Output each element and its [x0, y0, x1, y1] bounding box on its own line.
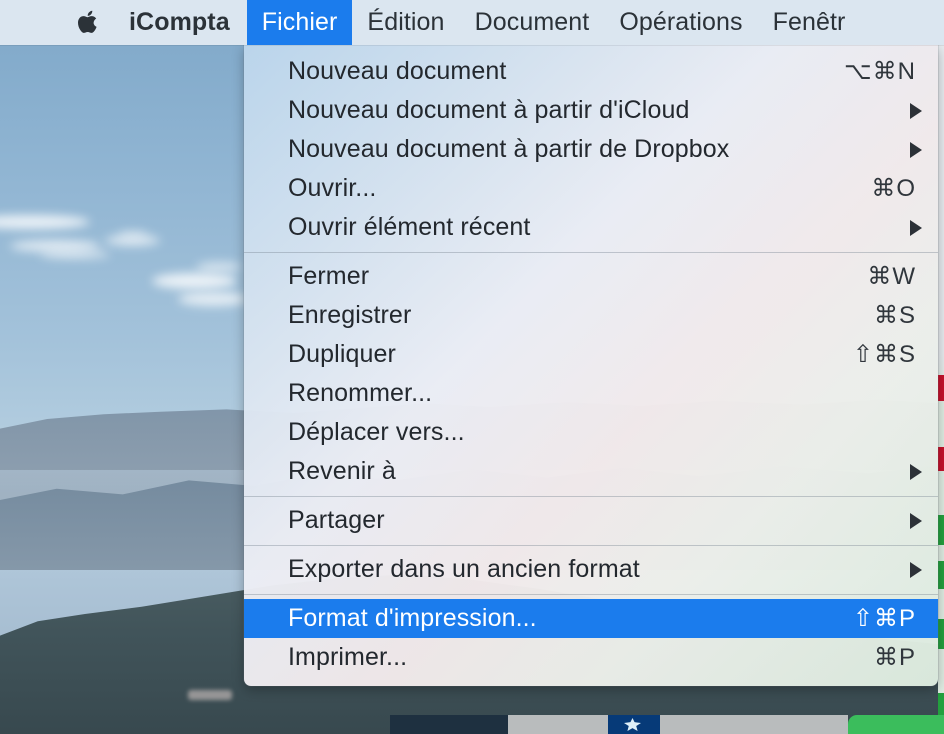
- menu-item-label: Ouvrir...: [288, 174, 377, 202]
- menubar-item-label: Fichier: [261, 8, 338, 36]
- menu-item[interactable]: Exporter dans un ancien format: [244, 550, 938, 589]
- cloud: [118, 231, 148, 238]
- dock-item[interactable]: [390, 715, 508, 734]
- menu-edition[interactable]: Édition: [352, 0, 459, 45]
- menu-item-label: Nouveau document à partir d'iCloud: [288, 96, 690, 124]
- menu-item-label: Déplacer vers...: [288, 418, 465, 446]
- menu-bar[interactable]: iCompta Fichier Édition Document Opérations F…: [0, 0, 944, 45]
- cloud: [40, 250, 110, 259]
- menubar-items[interactable]: iCompta Fichier Édition Document Opérations F…: [112, 0, 860, 45]
- submenu-arrow-icon: [900, 463, 922, 480]
- menu-item[interactable]: Ouvrir élément récent: [244, 208, 938, 247]
- menu-item-label: Partager: [288, 506, 385, 534]
- submenu-arrow-icon: [900, 102, 922, 119]
- menu-item-shortcut: ⌘O: [871, 175, 916, 202]
- menu-fenetre[interactable]: Fenêtr: [758, 0, 861, 45]
- menu-item-label: Fermer: [288, 262, 370, 290]
- submenu-arrow-icon: [900, 512, 922, 529]
- menu-item-label: Exporter dans un ancien format: [288, 555, 640, 583]
- menu-document[interactable]: Document: [460, 0, 605, 45]
- menu-item-label: Revenir à: [288, 457, 396, 485]
- apple-logo-icon[interactable]: [64, 0, 112, 45]
- menu-item[interactable]: Imprimer... ⌘P: [244, 638, 938, 677]
- fichier-dropdown-menu[interactable]: Nouveau document ⌥⌘N Nouveau document à pa…: [244, 45, 938, 686]
- menu-item[interactable]: Partager: [244, 501, 938, 540]
- cloud: [178, 292, 248, 306]
- dock[interactable]: [390, 715, 944, 734]
- menu-item-shortcut: ⌘W: [867, 263, 916, 290]
- menu-item-label: Nouveau document à partir de Dropbox: [288, 135, 730, 163]
- menu-item-shortcut: ⌘S: [873, 302, 916, 329]
- status-badge: [938, 375, 944, 401]
- menu-item-label: Renommer...: [288, 379, 433, 407]
- menu-item[interactable]: Enregistrer ⌘S: [244, 296, 938, 335]
- menu-item-shortcut: ⇧⌘P: [852, 605, 916, 632]
- submenu-arrow-icon: [900, 141, 922, 158]
- menu-fichier[interactable]: Fichier: [246, 0, 353, 45]
- menu-item[interactable]: Nouveau document à partir de Dropbox: [244, 130, 938, 169]
- menu-item[interactable]: Nouveau document ⌥⌘N: [244, 52, 938, 91]
- app-name[interactable]: iCompta: [112, 0, 247, 45]
- menubar-item-label: Fenêtr: [772, 8, 846, 36]
- menu-item-label: Nouveau document: [288, 57, 507, 85]
- menu-item-shortcut: ⇧⌘S: [852, 341, 916, 368]
- menu-item[interactable]: Dupliquer ⇧⌘S: [244, 335, 938, 374]
- dock-item-star[interactable]: [608, 715, 660, 734]
- status-badge: [938, 561, 944, 589]
- menu-operations[interactable]: Opérations: [604, 0, 757, 45]
- menu-item-label: Ouvrir élément récent: [288, 213, 531, 241]
- menu-item[interactable]: Format d'impression... ⇧⌘P: [244, 599, 938, 638]
- menu-item[interactable]: Nouveau document à partir d'iCloud: [244, 91, 938, 130]
- menu-item-label: Format d'impression...: [288, 604, 537, 632]
- dock-item-accent[interactable]: [848, 715, 944, 734]
- menubar-item-label: Édition: [367, 8, 445, 36]
- menu-item-label: Enregistrer: [288, 301, 412, 329]
- cloud: [196, 262, 242, 272]
- status-badge: [938, 447, 944, 471]
- menu-item[interactable]: Renommer...: [244, 374, 938, 413]
- menu-item-label: Imprimer...: [288, 643, 408, 671]
- distant-village: [188, 690, 232, 700]
- menu-item[interactable]: Ouvrir... ⌘O: [244, 169, 938, 208]
- menu-item[interactable]: Fermer ⌘W: [244, 257, 938, 296]
- menu-separator: [244, 252, 938, 253]
- menubar-item-label: Document: [474, 8, 590, 36]
- background-window-edge: [938, 45, 944, 721]
- menubar-left-padding: [0, 0, 64, 45]
- menu-separator: [244, 496, 938, 497]
- status-badge: [938, 515, 944, 545]
- menu-separator: [244, 594, 938, 595]
- menu-item[interactable]: Déplacer vers...: [244, 413, 938, 452]
- menu-item[interactable]: Revenir à: [244, 452, 938, 491]
- menu-item-shortcut: ⌘P: [873, 644, 916, 671]
- cloud: [152, 273, 237, 289]
- menubar-item-label: Opérations: [619, 8, 743, 36]
- status-badge: [938, 619, 944, 649]
- menu-separator: [244, 545, 938, 546]
- menubar-item-label: iCompta: [129, 8, 230, 36]
- menu-item-label: Dupliquer: [288, 340, 396, 368]
- dock-item[interactable]: [660, 715, 848, 734]
- submenu-arrow-icon: [900, 561, 922, 578]
- menu-item-shortcut: ⌥⌘N: [844, 58, 916, 85]
- dock-item[interactable]: [508, 715, 608, 734]
- submenu-arrow-icon: [900, 219, 922, 236]
